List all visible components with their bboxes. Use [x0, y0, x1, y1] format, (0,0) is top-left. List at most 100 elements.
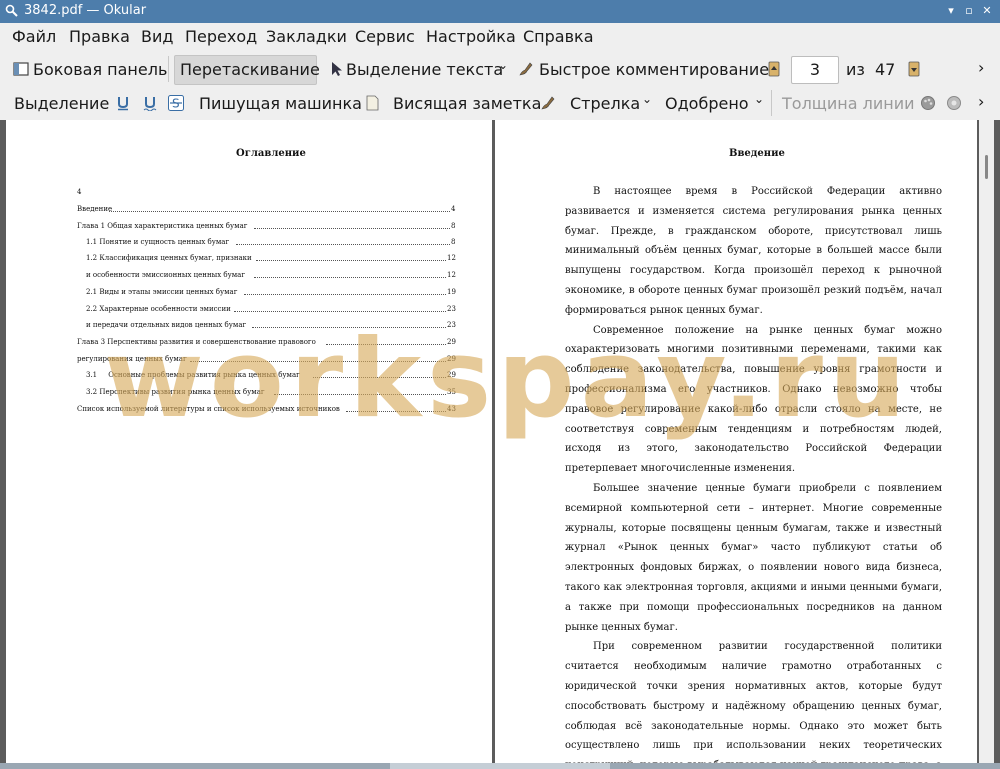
- toc-page-number: 8: [451, 238, 456, 246]
- toc-leader-dots: [252, 320, 446, 328]
- paragraph: В настоящее время в Российской Федерации…: [565, 186, 942, 316]
- menu-go[interactable]: Переход: [183, 27, 259, 46]
- toc-page-number: 29: [447, 371, 456, 379]
- highlight-selection-button[interactable]: Выделение: [14, 94, 109, 113]
- underline-icon[interactable]: [115, 95, 131, 111]
- toc-page-number: 35: [447, 388, 456, 396]
- toc-leader-dots: [244, 287, 446, 295]
- toc-entry-label: 2.2 Характерные особенности эмиссии: [86, 305, 231, 313]
- total-pages-label: 47: [875, 60, 896, 79]
- toolbar-overflow-icon[interactable]: ›: [978, 92, 984, 111]
- text-select-button[interactable]: Выделение текста: [346, 60, 503, 79]
- pdf-page-contents: Оглавление 4 Введение 4 Глава 1 Общая ха…: [6, 120, 492, 769]
- toc-entry-label: Глава 3 Перспективы развития и совершенс…: [77, 338, 316, 346]
- toc-page-number: 43: [447, 405, 456, 413]
- sticky-note-button[interactable]: Висящая заметка: [393, 94, 541, 113]
- main-toolbar: Боковая панель Перетаскивание Выделение …: [0, 52, 1000, 86]
- toolbar-separator: [168, 56, 169, 82]
- window-title: 3842.pdf — Okular: [24, 3, 147, 18]
- paragraph: Большее значение ценные бумаги приобрели…: [565, 482, 942, 633]
- toc-leader-dots: [190, 354, 446, 362]
- okular-app-icon: [5, 4, 18, 17]
- toc-page-number: 29: [447, 355, 456, 363]
- page-heading: Введение: [729, 148, 785, 159]
- toc-leader-dots: [313, 370, 446, 378]
- pdf-page-introduction: Введение В настоящее время в Российской …: [495, 120, 977, 769]
- toc-leader-dots: [236, 237, 450, 245]
- scrollbar-thumb[interactable]: [390, 763, 610, 769]
- strikeout-icon[interactable]: S: [168, 95, 184, 111]
- toolbar-separator: [771, 90, 772, 116]
- page-body-text: В настоящее время в Российской Федерации…: [565, 182, 942, 769]
- annotation-toolbar: Выделение S Пишущая машинка Висящая заме…: [0, 86, 1000, 120]
- drag-mode-button[interactable]: Перетаскивание: [180, 60, 320, 79]
- scrollbar-thumb[interactable]: [985, 155, 988, 179]
- toc-leader-dots: [274, 387, 446, 395]
- previous-page-icon[interactable]: [766, 61, 782, 77]
- toc-leader-dots: [346, 404, 446, 412]
- line-width-button[interactable]: Толщина линии: [782, 94, 915, 113]
- squiggly-underline-icon[interactable]: [142, 95, 158, 111]
- toc-entry-label: и передачи отдельных видов ценных бумаг: [86, 321, 247, 329]
- close-icon[interactable]: ✕: [979, 3, 995, 19]
- typewriter-button[interactable]: Пишущая машинка: [199, 94, 362, 113]
- chevron-down-icon[interactable]: ⌄: [754, 92, 764, 106]
- note-icon: [366, 95, 379, 111]
- color-palette-icon[interactable]: [920, 95, 936, 111]
- horizontal-scrollbar[interactable]: [0, 763, 1000, 769]
- toc-leader-dots: [326, 337, 446, 345]
- arrow-tool-icon: [541, 96, 555, 110]
- chevron-down-icon[interactable]: ⌄: [642, 92, 652, 106]
- page-of-label: из: [846, 60, 865, 79]
- toc-entry-label: регулирования ценных бумаг: [77, 355, 187, 363]
- toc-page-number: 12: [447, 254, 456, 262]
- fill-color-icon[interactable]: [946, 95, 962, 111]
- table-of-contents: 4 Введение 4 Глава 1 Общая характеристик…: [6, 120, 492, 769]
- menu-bar: Файл Правка Вид Переход Закладки Сервис …: [0, 23, 1000, 52]
- menu-settings[interactable]: Настройка: [424, 27, 518, 46]
- maximize-icon[interactable]: ▫: [961, 3, 977, 19]
- quick-comment-button[interactable]: Быстрое комментирование: [539, 60, 769, 79]
- sidebar-button[interactable]: Боковая панель: [33, 60, 167, 79]
- toc-entry-label: 1.2 Классификация ценных бумаг, признаки: [86, 254, 252, 262]
- vertical-scrollbar[interactable]: [979, 120, 994, 769]
- toc-entry-label: 1.1 Понятие и сущность ценных бумаг: [86, 238, 230, 246]
- menu-file[interactable]: Файл: [10, 27, 58, 46]
- menu-view[interactable]: Вид: [139, 27, 175, 46]
- menu-edit[interactable]: Правка: [67, 27, 132, 46]
- page-number-input[interactable]: 3: [791, 56, 839, 84]
- toc-entry-label: 3.2 Перспективы развития рынка ценных бу…: [86, 388, 265, 396]
- toc-leader-dots: [256, 253, 446, 261]
- approved-stamp-button[interactable]: Одобрено: [665, 94, 749, 113]
- toc-page-number: 8: [451, 222, 456, 230]
- toc-entry-label: Введение: [77, 205, 113, 213]
- brush-icon: [519, 62, 533, 76]
- document-viewer[interactable]: Оглавление 4 Введение 4 Глава 1 Общая ха…: [0, 120, 1000, 769]
- menu-bookmarks[interactable]: Закладки: [264, 27, 349, 46]
- toc-page-number: 29: [447, 338, 456, 346]
- paragraph: При современном развитии государственной…: [565, 641, 942, 769]
- title-bar: 3842.pdf — Okular ▾ ▫ ✕: [0, 0, 1000, 23]
- toc-leader-dots: [254, 221, 450, 229]
- toc-entry-label: 4: [77, 188, 82, 196]
- toc-page-number: 23: [447, 305, 456, 313]
- menu-tools[interactable]: Сервис: [353, 27, 417, 46]
- toc-page-number: 12: [447, 271, 456, 279]
- toc-entry-label: 2.1 Виды и этапы эмиссии ценных бумаг: [86, 288, 238, 296]
- cursor-arrow-icon: [332, 62, 342, 76]
- chevron-down-icon[interactable]: ⌄: [498, 58, 508, 72]
- toc-entry-label: Глава 1 Общая характеристика ценных бума…: [77, 222, 248, 230]
- toc-page-number: 23: [447, 321, 456, 329]
- toc-entry-label: и особенности эмиссионных ценных бумаг: [86, 271, 245, 279]
- toc-leader-dots: [254, 270, 446, 278]
- toc-page-number: 19: [447, 288, 456, 296]
- minimize-icon[interactable]: ▾: [943, 3, 959, 19]
- next-page-icon[interactable]: [906, 61, 922, 77]
- arrow-button[interactable]: Стрелка: [570, 94, 640, 113]
- menu-help[interactable]: Справка: [521, 27, 596, 46]
- toc-entry-label: 3.1 Основные проблемы развития рынка цен…: [86, 371, 300, 379]
- toc-leader-dots: [109, 204, 450, 212]
- sidebar-icon: [13, 62, 29, 76]
- toolbar-overflow-icon[interactable]: ›: [978, 58, 984, 77]
- paragraph: Современное положение на рынке ценных бу…: [565, 324, 942, 475]
